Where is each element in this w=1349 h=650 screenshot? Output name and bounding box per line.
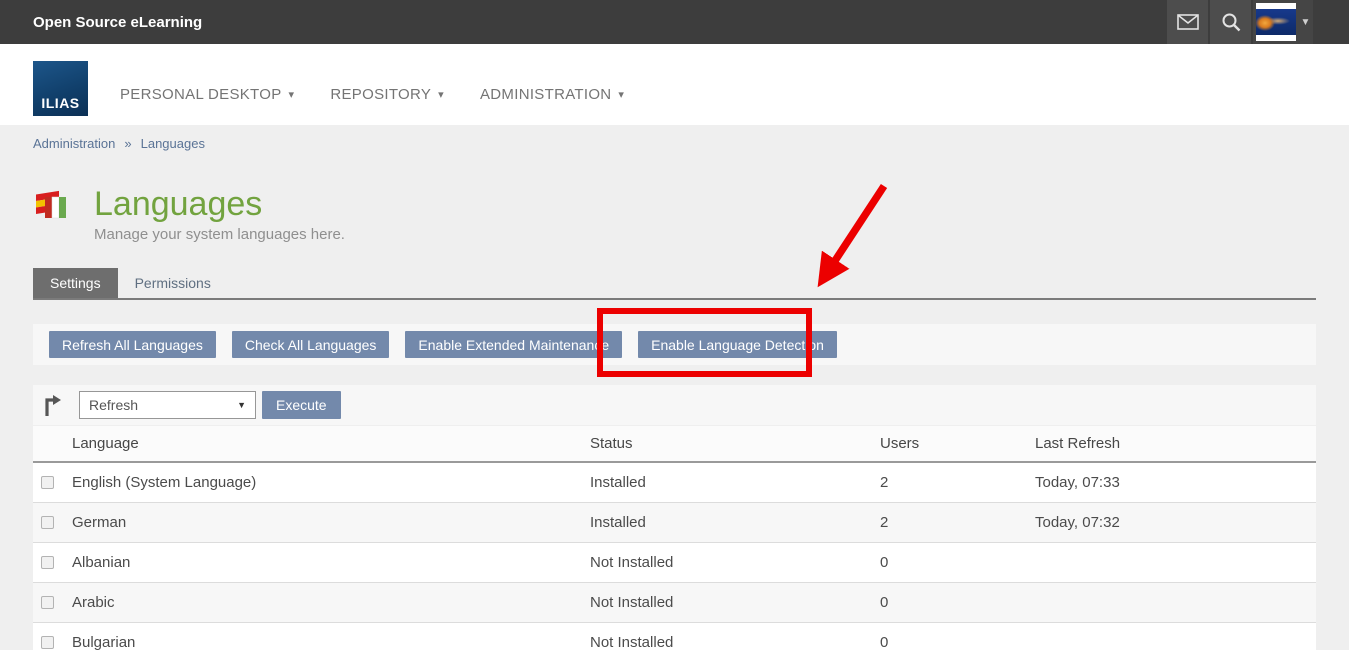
page-header: Languages Manage your system languages h… — [33, 185, 1316, 243]
main-navigation: ILIAS PERSONAL DESKTOP▾REPOSITORY▾ADMINI… — [0, 44, 1349, 125]
checkbox-cell — [33, 636, 72, 649]
table-row: AlbanianNot Installed0 — [33, 543, 1316, 583]
cell-status: Not Installed — [590, 554, 880, 571]
apply-to-selected-icon — [42, 393, 62, 417]
breadcrumb-item-administration[interactable]: Administration — [33, 136, 115, 151]
search-icon — [1221, 12, 1241, 32]
cell-last-refresh: Today, 07:32 — [1035, 514, 1316, 531]
nav-item-repository[interactable]: REPOSITORY ▾ — [330, 86, 444, 103]
chevron-down-icon: ▾ — [438, 88, 444, 101]
column-header-status: Status — [590, 435, 880, 452]
tab-bar: SettingsPermissions — [33, 270, 1316, 300]
chevron-down-icon: ▾ — [289, 88, 295, 101]
search-button[interactable] — [1208, 0, 1251, 44]
user-menu-button[interactable]: ▼ — [1251, 0, 1313, 44]
bulk-action-select[interactable]: Refresh ▼ — [79, 391, 256, 419]
page-title-group: Languages Manage your system languages h… — [94, 185, 345, 243]
languages-table: LanguageStatusUsersLast Refresh English … — [33, 426, 1316, 650]
avatar — [1256, 3, 1296, 41]
table-row: ArabicNot Installed0 — [33, 583, 1316, 623]
column-header-users: Users — [880, 435, 1035, 452]
row-checkbox[interactable] — [41, 556, 54, 569]
row-checkbox[interactable] — [41, 596, 54, 609]
main-menu: PERSONAL DESKTOP▾REPOSITORY▾ADMINISTRATI… — [120, 86, 660, 103]
row-checkbox[interactable] — [41, 636, 54, 649]
select-caret-icon: ▼ — [237, 400, 246, 410]
table-row: English (System Language)Installed2Today… — [33, 463, 1316, 503]
row-checkbox[interactable] — [41, 516, 54, 529]
breadcrumb-item-languages[interactable]: Languages — [141, 136, 205, 151]
mail-button[interactable] — [1165, 0, 1208, 44]
nav-item-personal-desktop[interactable]: PERSONAL DESKTOP ▾ — [120, 86, 294, 103]
nav-item-label: ADMINISTRATION — [480, 86, 611, 103]
page-subtitle: Manage your system languages here. — [94, 226, 345, 243]
checkbox-cell — [33, 596, 72, 609]
ilias-admin-languages-page: Open Source eLearning ▼ — [0, 0, 1349, 650]
bulk-action-selected-value: Refresh — [89, 397, 138, 413]
execute-button[interactable]: Execute — [262, 391, 341, 419]
cell-users: 0 — [880, 594, 1035, 611]
cell-users: 2 — [880, 514, 1035, 531]
mail-icon — [1177, 14, 1199, 30]
table-row: BulgarianNot Installed0 — [33, 623, 1316, 650]
app-title: Open Source eLearning — [33, 14, 202, 31]
cell-language: German — [72, 514, 590, 531]
bulk-actions-toolbar: Refresh ▼ Execute — [33, 385, 1316, 425]
cell-language: English (System Language) — [72, 474, 590, 491]
table-header-row: LanguageStatusUsersLast Refresh — [33, 426, 1316, 463]
page-title: Languages — [94, 185, 345, 223]
top-bar: Open Source eLearning ▼ — [0, 0, 1349, 44]
column-header-last-refresh: Last Refresh — [1035, 435, 1316, 452]
admin-actions-toolbar: Refresh All Languages Check All Languages… — [33, 324, 1316, 365]
checkbox-cell — [33, 476, 72, 489]
checkbox-cell — [33, 556, 72, 569]
cell-language: Arabic — [72, 594, 590, 611]
ilias-logo-text: ILIAS — [41, 95, 79, 111]
breadcrumb-separator: » — [124, 136, 131, 151]
column-header-language: Language — [72, 435, 590, 452]
topbar-actions: ▼ — [1165, 0, 1313, 44]
cell-users: 2 — [880, 474, 1035, 491]
nav-item-administration[interactable]: ADMINISTRATION ▾ — [480, 86, 624, 103]
enable-language-detection-button[interactable]: Enable Language Detection — [638, 331, 837, 358]
nav-item-label: PERSONAL DESKTOP — [120, 86, 282, 103]
cell-status: Installed — [590, 514, 880, 531]
languages-flags-icon — [33, 188, 71, 222]
tab-permissions[interactable]: Permissions — [118, 268, 228, 298]
refresh-all-languages-button[interactable]: Refresh All Languages — [49, 331, 216, 358]
chevron-down-icon: ▾ — [618, 88, 624, 101]
enable-extended-maintenance-button[interactable]: Enable Extended Maintenance — [405, 331, 622, 358]
row-checkbox[interactable] — [41, 476, 54, 489]
breadcrumb: Administration » Languages — [0, 125, 1349, 161]
cell-last-refresh: Today, 07:33 — [1035, 474, 1316, 491]
avatar-photo — [1256, 9, 1296, 35]
cell-status: Installed — [590, 474, 880, 491]
cell-status: Not Installed — [590, 634, 880, 650]
nav-item-label: REPOSITORY — [330, 86, 431, 103]
cell-users: 0 — [880, 634, 1035, 650]
table-row: GermanInstalled2Today, 07:32 — [33, 503, 1316, 543]
cell-language: Bulgarian — [72, 634, 590, 650]
check-all-languages-button[interactable]: Check All Languages — [232, 331, 390, 358]
ilias-logo[interactable]: ILIAS — [33, 61, 88, 116]
chevron-down-icon: ▼ — [1301, 17, 1311, 28]
cell-users: 0 — [880, 554, 1035, 571]
cell-language: Albanian — [72, 554, 590, 571]
cell-status: Not Installed — [590, 594, 880, 611]
content-area: Languages Manage your system languages h… — [0, 185, 1349, 650]
checkbox-cell — [33, 516, 72, 529]
table-body: English (System Language)Installed2Today… — [33, 463, 1316, 650]
tab-settings[interactable]: Settings — [33, 268, 118, 298]
